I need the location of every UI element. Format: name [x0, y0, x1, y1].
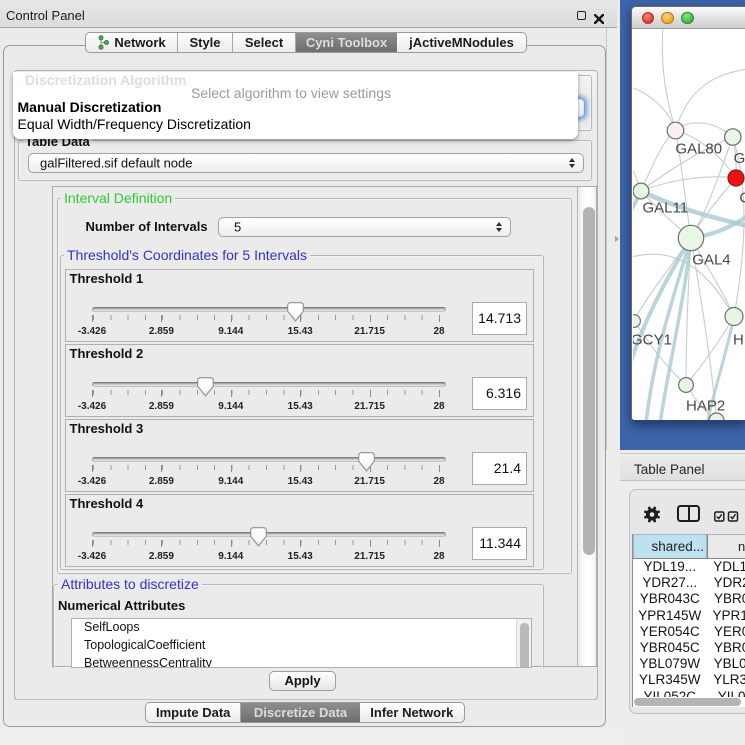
svg-text:GA: GA — [734, 150, 745, 167]
svg-text:GAL4: GAL4 — [692, 251, 730, 268]
svg-text:HAP2: HAP2 — [686, 397, 725, 414]
svg-text:GCY1: GCY1 — [633, 331, 672, 348]
svg-text:GAL11: GAL11 — [643, 199, 689, 216]
svg-text:GAL80: GAL80 — [675, 140, 722, 157]
svg-text:C: C — [739, 189, 745, 206]
svg-text:H: H — [733, 331, 744, 348]
